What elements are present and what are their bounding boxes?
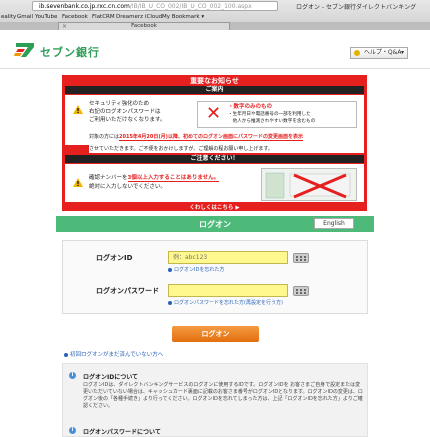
caution-bar: ご注意ください！ <box>65 155 364 163</box>
login-header: ログオン English <box>56 216 374 232</box>
warning-icon <box>73 105 83 114</box>
software-keyboard-icon[interactable] <box>293 286 309 296</box>
guide-text-2: 右記のログオンパスワードは <box>89 109 161 115</box>
bookmark-item[interactable]: Facebook <box>62 14 88 20</box>
target-text-1: 対象の方には <box>89 134 120 140</box>
first-login-label: 初回ログオンがまだ済んでいない方へ <box>70 352 164 358</box>
software-keyboard-icon[interactable] <box>293 253 309 263</box>
window-title: ログオン - セブン銀行ダイレクトバンキング <box>296 4 417 11</box>
bookmark-item[interactable]: Dreamerz <box>116 14 143 20</box>
info-icon: i <box>69 372 76 379</box>
link-bullet-icon <box>168 300 172 305</box>
caution-text-2: 絶対に入力しないでください。 <box>89 184 166 190</box>
url-host: ib.sevenbank.co.jp.rxc.cn.com <box>39 3 130 10</box>
tab-strip: × Facebook <box>0 22 430 30</box>
details-link[interactable]: くわしくはこちら ▶ <box>62 203 367 211</box>
info-heading-password: ログオンパスワードについて <box>83 429 161 436</box>
caution-line: 確認ナンバーを3個以上入力することはありません。 <box>89 174 220 182</box>
help-label: ヘルプ・Q&A <box>363 49 402 56</box>
address-bar[interactable]: ib.sevenbank.co.jp.rxc.cn.com/IB/IB_U_CO… <box>32 1 278 11</box>
seven-bank-logo-icon[interactable] <box>14 41 36 59</box>
prohibited-card-icon <box>265 172 351 199</box>
caution-emph: 3個以上入力することはありません。 <box>127 175 220 182</box>
prohibited-rules-box: ✕ ・数字のみのもの ・生年月日や電話番号の一部を利用した 他人から推測されやす… <box>197 101 357 128</box>
cross-mark-icon: ✕ <box>206 103 222 124</box>
address-row: ib.sevenbank.co.jp.rxc.cn.com/IB/IB_U_CO… <box>0 1 430 12</box>
warning-icon <box>73 178 83 187</box>
bookmark-item[interactable]: iCloud <box>145 14 162 20</box>
link-bullet-icon <box>64 352 68 357</box>
info-heading-id: ログオンIDについて <box>83 374 139 381</box>
info-icon: i <box>69 427 76 434</box>
bookmarks-bar: eality Gmail YouTube Facebook FlatCRM Dr… <box>0 13 430 22</box>
link-bullet-icon <box>168 267 172 272</box>
english-button[interactable]: English <box>314 218 354 229</box>
forgot-password-label: ログオンパスワードを忘れた方(再設定を行う方) <box>174 300 283 306</box>
login-submit-button[interactable]: ログオン <box>172 326 259 342</box>
login-form: ログオンID ログオンIDを忘れた方 ログオンパスワード ログオンパスワードを忘… <box>62 240 368 314</box>
site-header: セブン銀行 ヘルプ・Q&A ▾ <box>0 31 430 69</box>
notice-title: 重要なお知らせ <box>190 77 239 85</box>
close-tab-icon[interactable]: × <box>62 23 67 30</box>
login-id-input[interactable] <box>168 251 288 264</box>
bookmark-item[interactable]: YouTube <box>35 14 57 20</box>
first-login-link[interactable]: 初回ログオンがまだ済んでいない方へ <box>64 350 163 358</box>
target-text-2: させていただきます。ご不便をおかけしますが、ご理解の程お願い申し上げます。 <box>89 145 364 153</box>
target-date: 2015年4月20日(月)以降、初めてのログオン画面にパスワードの変更画面を表示 <box>119 134 303 141</box>
login-info-box: i ログオンIDについて ログオンIDは、ダイレクトバンキングサービスのログオン… <box>62 363 368 437</box>
important-notice: 重要なお知らせ ご案内 セキュリティ強化のため 右記のログオンパスワードは ご利… <box>62 75 367 211</box>
info-text-id: ログオンIDは、ダイレクトバンキングサービスのログオンに使用するIDです。ログオ… <box>83 382 363 409</box>
guide-text-3: ご利用いただけなくなります。 <box>89 117 166 123</box>
browser-chrome: ib.sevenbank.co.jp.rxc.cn.com/IB/IB_U_CO… <box>0 0 430 30</box>
forgot-id-label: ログオンIDを忘れた方 <box>174 267 225 273</box>
caution-panel: 確認ナンバーを3個以上入力することはありません。 絶対に入力しないでください。 <box>65 164 364 202</box>
browser-tab[interactable]: × Facebook <box>58 22 230 30</box>
forgot-password-link[interactable]: ログオンパスワードを忘れた方(再設定を行う方) <box>168 299 283 306</box>
rule-text-2: 他人から推測されやすい数字を含むもの <box>228 119 316 124</box>
login-password-input[interactable] <box>168 284 288 297</box>
caution-text-1: 確認ナンバーを <box>89 175 128 181</box>
logo-text: セブン銀行 <box>40 46 100 59</box>
guide-bar: ご案内 <box>65 86 364 94</box>
guide-panel: セキュリティ強化のため 右記のログオンパスワードは ご利用いただけなくなります。… <box>65 95 364 145</box>
card-screenshot-image <box>261 168 357 201</box>
login-password-label: ログオンパスワード <box>96 287 159 295</box>
chevron-down-icon: ▾ <box>400 49 404 56</box>
bookmark-item[interactable]: eality <box>1 14 16 20</box>
target-line: 対象の方には2015年4月20日(月)以降、初めてのログオン画面にパスワードの変… <box>89 133 359 141</box>
guide-text-1: セキュリティ強化のため <box>89 101 150 107</box>
bookmark-item[interactable]: FlatCRM <box>92 14 115 20</box>
url-path: /IB/IB_U_CO_002/IB_U_CO_002_100.aspx <box>129 3 252 10</box>
bookmark-item[interactable]: My Bookmark ▾ <box>162 14 204 20</box>
help-icon <box>354 49 360 56</box>
help-qa-select[interactable]: ヘルプ・Q&A ▾ <box>350 47 408 59</box>
forgot-id-link[interactable]: ログオンIDを忘れた方 <box>168 266 224 273</box>
login-id-label: ログオンID <box>96 254 133 262</box>
tab-label: Facebook <box>131 23 157 29</box>
rule-title: ・数字のみのもの <box>228 104 273 110</box>
bookmark-item[interactable]: Gmail <box>17 14 33 20</box>
